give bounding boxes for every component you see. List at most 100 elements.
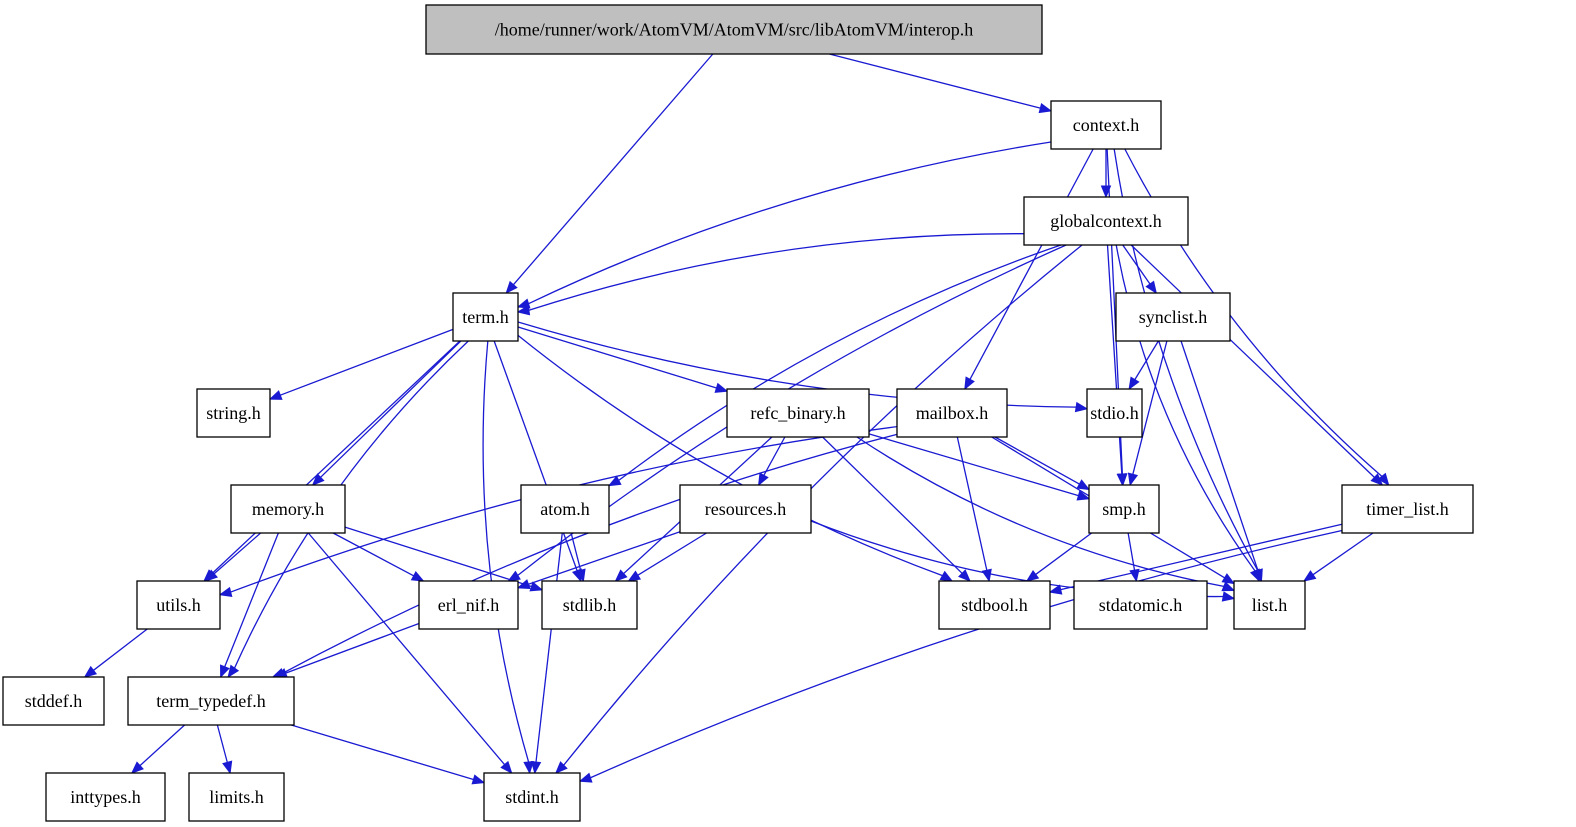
edge-line bbox=[535, 532, 563, 763]
file-node-refc-binary[interactable]: refc_binary.h bbox=[726, 388, 870, 438]
node-label: stddef.h bbox=[25, 691, 83, 711]
edge-resources-to-stdlib bbox=[627, 532, 707, 582]
edge-line bbox=[332, 532, 414, 577]
edge-atom-to-stdlib bbox=[570, 532, 586, 583]
file-node-timer-list[interactable]: timer_list.h bbox=[1341, 484, 1474, 534]
node-label: stdio.h bbox=[1090, 403, 1139, 423]
node-label: utils.h bbox=[156, 595, 201, 615]
edge-line bbox=[320, 340, 462, 478]
edge-term-to-utils bbox=[203, 340, 461, 582]
file-node-term[interactable]: term.h bbox=[452, 292, 519, 342]
file-node-inttypes[interactable]: inttypes.h bbox=[45, 772, 166, 822]
edge-refc_binary-to-smp bbox=[868, 433, 1091, 501]
arrowhead-icon bbox=[939, 570, 954, 582]
node-label: term.h bbox=[462, 307, 509, 327]
include-dependency-graph: /home/runner/work/AtomVM/AtomVM/src/libA… bbox=[2, 4, 1474, 822]
edge-line bbox=[93, 628, 148, 671]
arrowhead-icon bbox=[516, 579, 531, 590]
file-node-stdatomic[interactable]: stdatomic.h bbox=[1073, 580, 1208, 630]
edge-line bbox=[1035, 532, 1093, 575]
edge-utils-to-stddef bbox=[83, 628, 148, 678]
file-node-mailbox[interactable]: mailbox.h bbox=[896, 388, 1008, 438]
arrowhead-icon bbox=[218, 586, 233, 598]
edge-line bbox=[637, 532, 707, 576]
arrowhead-icon bbox=[222, 760, 233, 775]
node-label: resources.h bbox=[705, 499, 786, 519]
edge-line bbox=[618, 244, 1062, 481]
arrowhead-icon bbox=[1127, 472, 1139, 487]
file-node-list[interactable]: list.h bbox=[1233, 580, 1306, 630]
file-node-string[interactable]: string.h bbox=[196, 388, 271, 438]
arrowhead-icon bbox=[757, 472, 769, 487]
arrowhead-icon bbox=[530, 760, 542, 775]
edge-term-to-stdbool bbox=[517, 334, 954, 582]
edge-interop-to-term bbox=[505, 53, 714, 294]
edge-line bbox=[307, 532, 506, 766]
edge-memory-to-term_typedef bbox=[220, 532, 279, 679]
arrowhead-icon bbox=[471, 774, 486, 785]
node-label: string.h bbox=[206, 403, 261, 423]
edge-timer_list-to-list bbox=[1302, 532, 1374, 582]
edge-context-to-term bbox=[516, 141, 1052, 309]
node-label: atom.h bbox=[540, 499, 590, 519]
arrowhead-icon bbox=[1145, 280, 1158, 295]
node-label: smp.h bbox=[1102, 499, 1146, 519]
arrowhead-icon bbox=[1302, 570, 1317, 582]
edge-context-to-mailbox bbox=[964, 148, 1094, 391]
file-node-globalcontext[interactable]: globalcontext.h bbox=[1023, 196, 1189, 246]
file-node-stdbool[interactable]: stdbool.h bbox=[938, 580, 1051, 630]
arrowhead-icon bbox=[1221, 591, 1236, 602]
node-label: stdbool.h bbox=[961, 595, 1028, 615]
edge-term_typedef-to-stdint bbox=[291, 724, 486, 785]
arrowhead-icon bbox=[981, 568, 992, 583]
arrowhead-icon bbox=[714, 382, 729, 393]
node-label: stdatomic.h bbox=[1099, 595, 1183, 615]
edge-term-to-stdlib bbox=[493, 340, 582, 583]
edge-mailbox-to-stdbool bbox=[956, 436, 992, 583]
node-label: synclist.h bbox=[1139, 307, 1208, 327]
node-label: term_typedef.h bbox=[156, 691, 265, 711]
file-node-stdlib[interactable]: stdlib.h bbox=[541, 580, 638, 630]
edge-line bbox=[528, 141, 1052, 305]
arrowhead-icon bbox=[1038, 102, 1053, 114]
arrowhead-icon bbox=[1074, 401, 1089, 413]
edge-line bbox=[213, 532, 262, 575]
file-node-erl-nif[interactable]: erl_nif.h bbox=[418, 580, 519, 630]
edge-line bbox=[211, 340, 461, 574]
edge-line bbox=[822, 436, 963, 574]
edge-term-to-stdint bbox=[482, 340, 534, 775]
nodes-layer: /home/runner/work/AtomVM/AtomVM/src/libA… bbox=[2, 4, 1474, 822]
file-node-context[interactable]: context.h bbox=[1050, 100, 1162, 150]
edge-term_typedef-to-limits bbox=[216, 724, 233, 775]
edge-term-to-string bbox=[268, 328, 454, 400]
file-node-atom[interactable]: atom.h bbox=[520, 484, 610, 534]
file-node-limits[interactable]: limits.h bbox=[188, 772, 285, 822]
node-label: mailbox.h bbox=[916, 403, 989, 423]
file-node-stdio[interactable]: stdio.h bbox=[1086, 388, 1143, 438]
file-node-synclist[interactable]: synclist.h bbox=[1115, 292, 1231, 342]
arrowhead-icon bbox=[268, 390, 283, 400]
edge-line bbox=[224, 532, 279, 668]
edge-line bbox=[829, 53, 1041, 109]
node-label: refc_binary.h bbox=[750, 403, 845, 423]
file-node-memory[interactable]: memory.h bbox=[230, 484, 346, 534]
node-label: context.h bbox=[1073, 115, 1139, 135]
edge-line bbox=[291, 724, 474, 781]
edge-line bbox=[512, 53, 714, 286]
edge-line bbox=[517, 326, 717, 389]
edge-line bbox=[1312, 532, 1374, 576]
edge-line bbox=[482, 340, 530, 763]
file-node-term-typedef[interactable]: term_typedef.h bbox=[127, 676, 295, 726]
edge-atom-to-stdint bbox=[530, 532, 563, 775]
file-node-smp[interactable]: smp.h bbox=[1088, 484, 1160, 534]
file-node-stddef[interactable]: stddef.h bbox=[2, 676, 105, 726]
node-label: memory.h bbox=[252, 499, 324, 519]
node-label: limits.h bbox=[209, 787, 264, 807]
arrowhead-icon bbox=[964, 376, 975, 391]
edge-timer_list-to-stdint bbox=[578, 529, 1343, 783]
file-node-resources[interactable]: resources.h bbox=[679, 484, 812, 534]
file-node-stdint[interactable]: stdint.h bbox=[483, 772, 581, 822]
file-node-utils[interactable]: utils.h bbox=[136, 580, 221, 630]
root-file-node[interactable]: /home/runner/work/AtomVM/AtomVM/src/libA… bbox=[425, 4, 1043, 55]
edge-line bbox=[1134, 340, 1159, 380]
